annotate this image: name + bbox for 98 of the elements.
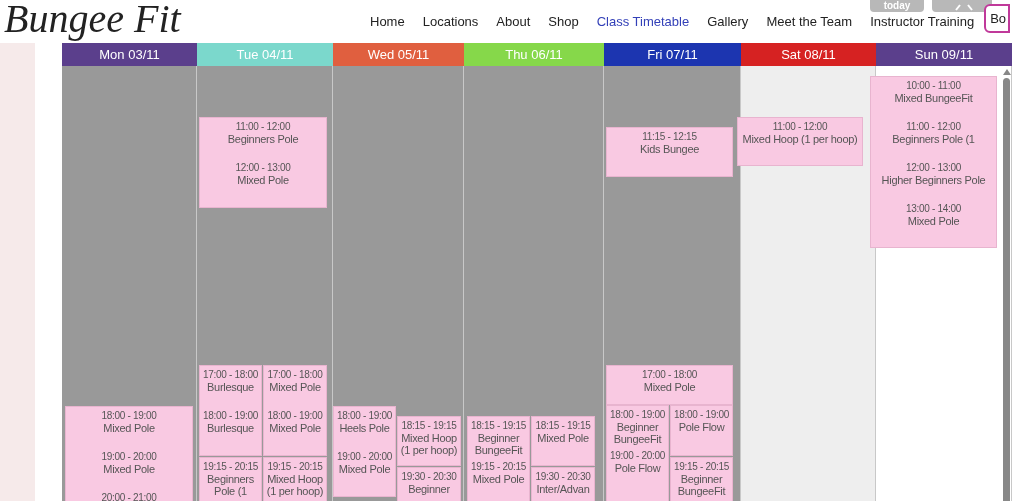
nav-link[interactable]: Gallery: [707, 13, 749, 30]
class-block[interactable]: 17:00 - 18:00 Burlesque 18:00 - 19:00 Burlesque: [199, 365, 262, 456]
nav-link[interactable]: Home: [370, 13, 405, 30]
nav-link[interactable]: Locations: [422, 13, 479, 30]
class-name: Kids Bungee: [639, 143, 700, 155]
nav-link[interactable]: Class Timetable: [596, 13, 690, 30]
class-name: Higher Beginners Pole: [881, 174, 986, 186]
day-header: Mon 03/11: [62, 43, 197, 66]
class-name: Mixed BungeeFit: [894, 92, 973, 104]
class-block[interactable]: 11:00 - 12:00 Beginners Pole 12:00 - 13:00 Mixed Pole: [199, 117, 327, 208]
nav-link[interactable]: Meet the Team: [766, 13, 853, 30]
class-name: Beginner BungeeFit: [612, 421, 663, 445]
class-name: Beginners Pole (1: [892, 133, 975, 145]
class-time: 19:30 - 20:30: [401, 470, 457, 483]
class-name: Beginner BungeeFit: [676, 473, 727, 497]
class-name: Burlesque: [207, 381, 254, 393]
class-name: Burlesque: [207, 422, 254, 434]
class-name: Mixed Pole: [472, 473, 525, 485]
class-name: Mixed Pole: [338, 463, 391, 475]
class-name: Mixed Hoop (1 per hoop): [265, 473, 325, 497]
day-header: Sun 09/11: [876, 43, 1012, 66]
class-time: 18:15 - 19:15: [401, 419, 457, 432]
class-block[interactable]: 11:15 - 12:15 Kids Bungee: [606, 127, 733, 177]
class-time: 18:00 - 19:00: [202, 409, 258, 422]
class-block[interactable]: 18:00 - 19:00 Heels Pole 19:00 - 20:00 Mixed Pole: [333, 406, 396, 497]
class-name: Heels Pole: [339, 422, 390, 434]
site-logo[interactable]: Bungee Fit: [4, 0, 181, 42]
nav-link[interactable]: Shop: [548, 13, 579, 30]
class-name: Pole Flow: [614, 462, 661, 474]
class-time: 12:00 - 13:00: [235, 161, 291, 174]
class-time: 19:15 - 20:15: [470, 460, 526, 473]
class-time: 19:00 - 20:00: [609, 449, 665, 462]
class-time: 18:15 - 19:15: [535, 419, 591, 432]
class-time: 11:15 - 12:15: [642, 130, 697, 143]
class-block[interactable]: 19:15 - 20:15 Beginners Pole (1: [199, 457, 262, 501]
class-block[interactable]: 19:15 - 20:15 Beginner BungeeFit: [670, 457, 733, 501]
class-block[interactable]: 17:00 - 18:00 Mixed Pole 18:00 - 19:00 Mixed Pole: [263, 365, 327, 456]
class-block[interactable]: 19:15 - 20:15 Mixed Hoop (1 per hoop): [263, 457, 327, 501]
class-time: 17:00 - 18:00: [267, 368, 323, 381]
scrollbar[interactable]: [1003, 78, 1010, 501]
class-block[interactable]: 10:00 - 11:00 Mixed BungeeFit 11:00 - 12:00 Beginners Pole (1 12:00 - 13:00 Higher Beginners Pole 13:00 - 14:00 Mixed Pole: [870, 76, 997, 248]
class-name: Mixed Pole: [103, 463, 155, 475]
class-time: 17:00 - 18:00: [202, 368, 258, 381]
class-time: 19:00 - 20:00: [336, 450, 392, 463]
class-name: Beginners Pole (1: [206, 473, 255, 497]
day-header: Wed 05/11: [333, 43, 464, 66]
class-block[interactable]: 18:15 - 19:15 Mixed Hoop (1 per hoop): [397, 416, 461, 466]
class-name: Mixed Pole: [643, 381, 696, 393]
class-time: 11:00 - 12:00: [235, 120, 291, 133]
class-name: Pole Flow: [678, 421, 725, 433]
class-time: 18:00 - 19:00: [336, 409, 392, 422]
class-name: Mixed Pole: [537, 432, 589, 444]
class-block[interactable]: 11:00 - 12:00 Mixed Hoop (1 per hoop): [737, 117, 863, 166]
class-time: 18:00 - 19:00: [101, 409, 157, 422]
class-block[interactable]: 18:15 - 19:15 Mixed Pole: [531, 416, 595, 466]
class-block[interactable]: 19:30 - 20:30 Beginner: [397, 467, 461, 501]
class-name: Beginner BungeeFit: [473, 432, 524, 456]
class-name: Mixed Hoop (1 per hoop): [742, 133, 858, 145]
day-header: Fri 07/11: [604, 43, 741, 66]
scroll-up-icon[interactable]: [1003, 69, 1011, 75]
class-time: 19:15 - 20:15: [267, 460, 323, 473]
class-name: Mixed Pole: [269, 422, 321, 434]
class-block[interactable]: 17:00 - 18:00 Mixed Pole: [606, 365, 733, 405]
class-time: 11:00 - 12:00: [772, 120, 828, 133]
nav-link[interactable]: Instructor Training: [870, 13, 975, 30]
class-time: 19:00 - 20:00: [101, 450, 157, 463]
class-name: Beginner: [408, 483, 450, 495]
nav-link[interactable]: About: [496, 13, 531, 30]
class-block[interactable]: 19:30 - 20:30 Inter/Advan: [531, 467, 595, 501]
book-button[interactable]: Bo: [984, 4, 1011, 33]
day-header: Sat 08/11: [741, 43, 876, 66]
class-time: 11:00 - 12:00: [906, 120, 961, 133]
class-name: Mixed Pole: [269, 381, 321, 393]
class-name: Beginners Pole: [227, 133, 299, 145]
class-block[interactable]: 18:15 - 19:15 Beginner BungeeFit 19:15 - 20:15 Mixed Pole: [467, 416, 530, 501]
day-header: Tue 04/11: [197, 43, 333, 66]
class-time: 19:30 - 20:30: [535, 470, 591, 483]
prev-next-button[interactable]: [932, 0, 992, 12]
class-time: 18:15 - 19:15: [470, 419, 526, 432]
class-time: 18:00 - 19:00: [609, 408, 665, 421]
class-time: 12:00 - 13:00: [905, 161, 961, 174]
class-time: 20:00 - 21:00: [101, 491, 157, 501]
class-block[interactable]: 18:00 - 19:00 Pole Flow: [670, 405, 733, 456]
day-header: Thu 06/11: [464, 43, 604, 66]
class-name: Mixed Hoop (1 per hoop): [399, 432, 459, 456]
class-time: 13:00 - 14:00: [905, 202, 961, 215]
class-name: Mixed Pole: [907, 215, 960, 227]
class-time: 19:15 - 20:15: [673, 460, 729, 473]
class-time: 18:00 - 19:00: [673, 408, 729, 421]
class-time: 19:15 - 20:15: [202, 460, 258, 473]
class-block[interactable]: 18:00 - 19:00 Mixed Pole 19:00 - 20:00 Mixed Pole 20:00 - 21:00: [65, 406, 193, 501]
class-name: Mixed Pole: [103, 422, 155, 434]
class-block[interactable]: 18:00 - 19:00 Beginner BungeeFit 19:00 - 20:00 Pole Flow: [606, 405, 669, 501]
class-time: 18:00 - 19:00: [267, 409, 323, 422]
class-time: 17:00 - 18:00: [641, 368, 697, 381]
class-name: Mixed Pole: [237, 174, 289, 186]
class-name: Inter/Advan: [536, 483, 590, 495]
class-time: 10:00 - 11:00: [906, 79, 961, 92]
